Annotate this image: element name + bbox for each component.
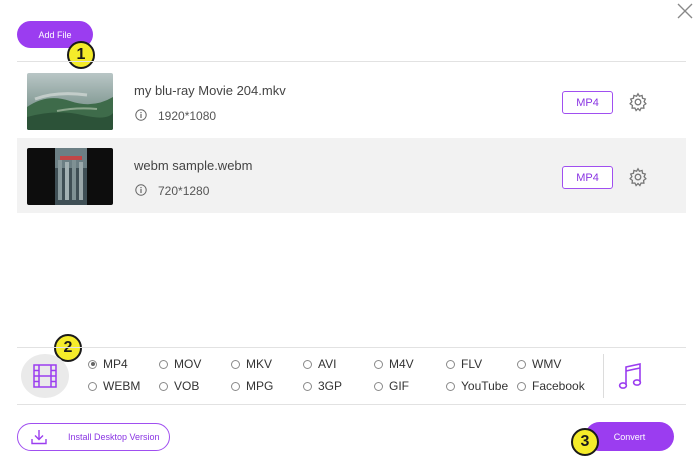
radio-button[interactable] (231, 381, 240, 391)
output-format-button[interactable]: MP4 (562, 91, 613, 114)
radio-button[interactable] (517, 381, 526, 391)
format-label: M4V (389, 357, 414, 371)
radio-button[interactable] (159, 359, 168, 369)
radio-button[interactable] (303, 381, 312, 391)
format-option-gif[interactable]: GIF (374, 379, 409, 393)
format-label: MP4 (103, 357, 128, 371)
music-note-icon (618, 363, 642, 389)
format-option-avi[interactable]: AVI (303, 357, 336, 371)
settings-button[interactable] (628, 92, 648, 112)
video-thumbnail (27, 148, 113, 205)
format-label: AVI (318, 357, 337, 371)
format-label: MKV (246, 357, 273, 371)
format-option-mov[interactable]: MOV (159, 357, 201, 371)
file-resolution: 1920*1080 (158, 109, 217, 123)
close-icon (677, 3, 693, 19)
format-label: FLV (461, 357, 483, 371)
convert-button[interactable]: Convert (585, 422, 674, 451)
radio-button[interactable] (88, 359, 97, 369)
radio-button[interactable] (231, 359, 240, 369)
format-option-webm[interactable]: WEBM (88, 379, 140, 393)
audio-format-tab[interactable] (616, 360, 646, 392)
format-option-mp4[interactable]: MP4 (88, 357, 128, 371)
film-icon (33, 364, 57, 388)
format-label: MOV (174, 357, 202, 371)
radio-button[interactable] (517, 359, 526, 369)
step-badge-3: 3 (571, 428, 599, 456)
file-list-divider (17, 61, 686, 62)
format-option-vob[interactable]: VOB (159, 379, 199, 393)
file-resolution: 720*1280 (158, 184, 210, 198)
format-label: MPG (246, 379, 274, 393)
format-option-mpg[interactable]: MPG (231, 379, 273, 393)
panel-divider (603, 354, 604, 398)
format-option-m4v[interactable]: M4V (374, 357, 414, 371)
file-name: my blu-ray Movie 204.mkv (134, 83, 286, 98)
gear-icon (629, 167, 647, 187)
format-option-3gp[interactable]: 3GP (303, 379, 342, 393)
info-icon[interactable] (135, 109, 147, 121)
format-label: Facebook (532, 379, 585, 393)
radio-button[interactable] (446, 359, 455, 369)
format-panel: MP4 MOV MKV AVI M4V FLV WMV WEBM VOB MPG… (17, 347, 686, 405)
file-row[interactable]: webm sample.webm 720*1280 MP4 (17, 138, 686, 213)
file-row[interactable]: my blu-ray Movie 204.mkv 1920*1080 MP4 (17, 63, 686, 138)
install-desktop-button[interactable]: Install Desktop Version (17, 423, 170, 451)
radio-button[interactable] (303, 359, 312, 369)
install-desktop-label: Install Desktop Version (68, 432, 160, 442)
settings-button[interactable] (628, 167, 648, 187)
format-option-facebook[interactable]: Facebook (517, 379, 585, 393)
output-format-button[interactable]: MP4 (562, 166, 613, 189)
info-icon[interactable] (135, 184, 147, 196)
radio-button[interactable] (159, 381, 168, 391)
format-option-mkv[interactable]: MKV (231, 357, 272, 371)
video-format-tab[interactable] (21, 354, 69, 398)
format-option-youtube[interactable]: YouTube (446, 379, 508, 393)
format-label: WMV (532, 357, 562, 371)
radio-button[interactable] (374, 381, 383, 391)
format-label: VOB (174, 379, 200, 393)
format-option-flv[interactable]: FLV (446, 357, 482, 371)
radio-button[interactable] (374, 359, 383, 369)
video-thumbnail (27, 73, 113, 130)
radio-button[interactable] (446, 381, 455, 391)
format-option-wmv[interactable]: WMV (517, 357, 561, 371)
format-label: 3GP (318, 379, 343, 393)
format-label: YouTube (461, 379, 509, 393)
format-label: GIF (389, 379, 409, 393)
close-button[interactable] (676, 2, 694, 20)
radio-button[interactable] (88, 381, 97, 391)
format-label: WEBM (103, 379, 141, 393)
gear-icon (629, 92, 647, 112)
file-name: webm sample.webm (134, 158, 253, 173)
download-icon (31, 430, 47, 445)
